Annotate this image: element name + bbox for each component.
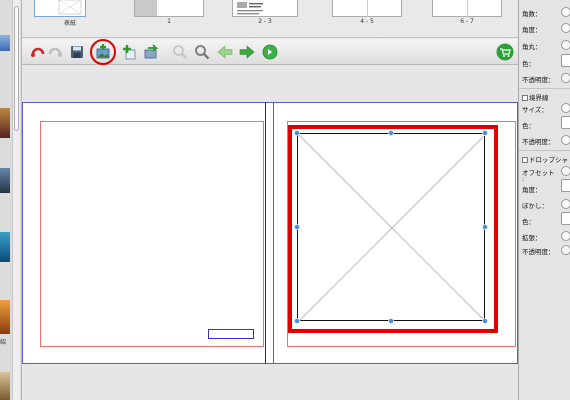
left-thumbnail-strip: 紹 [0,0,22,400]
left-scrollbar[interactable] [12,0,20,400]
border-checkbox-row[interactable]: 境界線 [522,92,549,102]
page-thumb-4-5[interactable] [332,0,402,17]
page-thumb-1[interactable] [134,0,204,17]
resize-handle [482,318,488,324]
highlight-circle [90,39,116,65]
resize-handle [294,130,300,136]
angle-label: 角度： [522,26,542,34]
shadow-color-label: 色： [522,218,535,226]
border-label: 境界線 [529,94,549,102]
panel-divider [519,150,570,151]
corners-dial[interactable] [561,7,570,17]
fill-color-swatch[interactable] [561,54,570,67]
left-thumbnail-label: 紹 [0,339,7,346]
resize-handle [294,224,300,230]
editor-canvas[interactable] [22,66,518,400]
corner-radius-label: 角丸： [522,43,542,51]
angle-dial[interactable] [561,23,570,33]
page-label: 4 - 5 [360,18,374,25]
border-size-dial[interactable] [561,103,570,113]
offset-field[interactable] [561,179,570,192]
resize-handle [388,318,394,324]
page-thumb-6-7[interactable] [432,0,502,17]
properties-panel: 角数： 角度： 角丸： 色： 不透明度： 境界線 サイズ： 色： 不透明度： ド… [518,0,570,400]
border-color-label: 色： [522,122,535,130]
page-label: 1 [167,18,171,25]
spread-label: 拡張： [522,234,542,242]
shadow-opacity-dial[interactable] [561,245,570,255]
page-fold [467,0,468,17]
page-thumb-cover[interactable] [34,0,86,17]
resize-handle [482,224,488,230]
resize-handle [482,130,488,136]
previous-page-icon[interactable] [217,44,233,60]
shadow-color-swatch[interactable] [561,212,570,225]
toolbar [22,39,518,65]
offset-colon: : [522,175,525,183]
border-opacity-dial[interactable] [561,135,570,145]
color-label: 色： [522,60,535,68]
cart-icon[interactable] [496,43,514,61]
help-icon[interactable] [262,44,278,60]
border-checkbox[interactable] [522,95,528,101]
corner-radius-dial[interactable] [561,40,570,50]
left-thumbnail[interactable] [0,168,10,193]
page-label: 6 - 7 [460,18,474,25]
left-thumbnail[interactable] [0,35,10,51]
scrollbar-thumb[interactable] [14,6,19,131]
redo-icon[interactable] [47,44,63,60]
add-page-icon[interactable] [121,44,137,60]
save-icon[interactable] [69,44,85,60]
drop-shadow-checkbox-row[interactable]: ドロップシャ [522,154,568,164]
offset-dial[interactable] [561,166,570,176]
page-strip: 表紙 1 2 - 3 4 - 5 6 - 7 [22,0,518,38]
page-fold [367,0,368,17]
shadow-angle-label: 角度： [522,186,542,194]
corners-label: 角数： [522,10,542,18]
opacity-label: 不透明度： [522,76,555,84]
border-color-swatch[interactable] [561,116,570,129]
next-page-icon[interactable] [239,44,255,60]
shadow-opacity-label: 不透明度： [522,248,555,256]
offset-label: オフセット [522,169,555,177]
left-thumbnail[interactable] [0,300,10,334]
drop-shadow-label: ドロップシャ [529,156,568,164]
resize-handle [294,318,300,324]
page-thumb-preview [237,2,263,15]
border-opacity-label: 不透明度： [522,138,555,146]
blur-label: ぼかし： [522,202,548,210]
drop-shadow-checkbox[interactable] [522,157,528,163]
panel-divider [519,88,570,89]
border-size-label: サイズ： [522,106,548,114]
page-label: 2 - 3 [258,18,272,25]
zoom-in-icon[interactable] [194,44,210,60]
page-thumb-2-3[interactable] [232,0,298,17]
page-spread[interactable] [22,102,518,364]
resize-handle [388,130,394,136]
opacity-dial[interactable] [561,73,570,83]
page-label: 表紙 [63,20,76,27]
spread-dial[interactable] [561,231,570,241]
left-thumbnail[interactable] [0,108,10,138]
zoom-out-icon[interactable] [172,44,188,60]
left-thumbnail[interactable] [0,372,10,400]
blur-dial[interactable] [561,199,570,209]
export-icon[interactable] [143,44,159,60]
cover-thumb-preview [58,0,82,15]
selection-handles [294,130,488,324]
undo-icon[interactable] [30,44,46,60]
left-thumbnail[interactable] [0,232,10,262]
